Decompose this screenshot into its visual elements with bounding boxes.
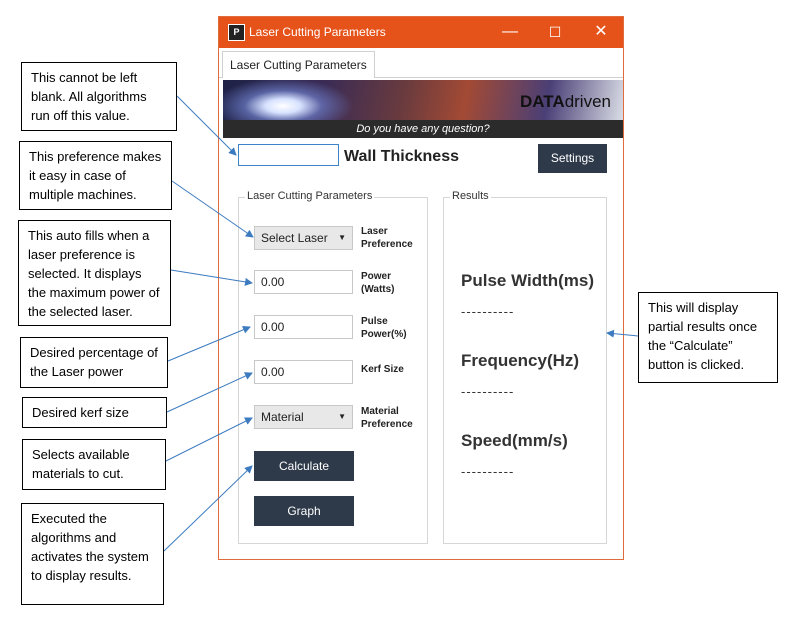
tab-strip: Laser Cutting Parameters [219, 48, 623, 78]
chevron-down-icon: ▼ [338, 412, 346, 421]
window-title: Laser Cutting Parameters [249, 25, 386, 39]
callout-laser-preference: This preference makes it easy in case of… [19, 141, 172, 210]
maximize-icon[interactable]: ☐ [540, 21, 570, 43]
title-bar[interactable]: P Laser Cutting Parameters — ☐ ✕ [219, 17, 623, 48]
speed-value: ---------- [461, 464, 515, 479]
banner-tagline: Do you have any question? [223, 120, 623, 138]
callout-wall-thickness: This cannot be left blank. All algorithm… [21, 62, 177, 131]
parameters-group-title: Laser Cutting Parameters [245, 190, 375, 202]
pulse-power-input[interactable]: 0.00 [254, 315, 353, 339]
results-group: Results Pulse Width(ms) ---------- Frequ… [443, 190, 607, 544]
results-group-title: Results [450, 190, 491, 202]
speed-label: Speed(mm/s) [461, 431, 568, 450]
pulse-width-value: ---------- [461, 304, 515, 319]
laser-select[interactable]: Select Laser ▼ [254, 226, 353, 250]
tab-laser-cutting-parameters[interactable]: Laser Cutting Parameters [222, 51, 375, 78]
callout-pulse-power: Desired percentage of the Laser power [20, 337, 168, 388]
chevron-down-icon: ▼ [338, 233, 346, 242]
brand-logo: DATAdriven [519, 92, 611, 111]
settings-button[interactable]: Settings [538, 144, 607, 173]
parameters-group: Laser Cutting Parameters Select Laser ▼ … [238, 190, 428, 544]
callout-results: This will display partial results once t… [638, 292, 778, 383]
graph-button[interactable]: Graph [254, 496, 354, 526]
kerf-size-label: Kerf Size [361, 364, 404, 375]
pulse-power-label: Pulse Power(%) [361, 316, 407, 340]
material-preference-label: Material Preference [361, 406, 413, 430]
frequency-value: ---------- [461, 384, 515, 399]
frequency-label: Frequency(Hz) [461, 351, 580, 370]
power-input[interactable]: 0.00 [254, 270, 353, 294]
callout-power: This auto fills when a laser preference … [18, 220, 171, 326]
power-label: Power (Watts) [361, 271, 395, 295]
minimize-icon[interactable]: — [495, 21, 525, 43]
kerf-size-input[interactable]: 0.00 [254, 360, 353, 384]
wall-thickness-label: Wall Thickness [344, 148, 459, 165]
callout-kerf-size: Desired kerf size [22, 397, 167, 428]
app-icon: P [228, 24, 245, 41]
calculate-button[interactable]: Calculate [254, 451, 354, 481]
callout-material: Selects available materials to cut. [22, 439, 166, 490]
wall-thickness-input[interactable] [238, 144, 339, 166]
callout-calculate: Executed the algorithms and activates th… [21, 503, 164, 605]
app-window: P Laser Cutting Parameters — ☐ ✕ Laser C… [218, 16, 624, 560]
laser-preference-label: Laser Preference [361, 226, 413, 250]
material-select[interactable]: Material ▼ [254, 405, 353, 429]
pulse-width-label: Pulse Width(ms) [461, 271, 595, 290]
close-icon[interactable]: ✕ [586, 21, 616, 43]
